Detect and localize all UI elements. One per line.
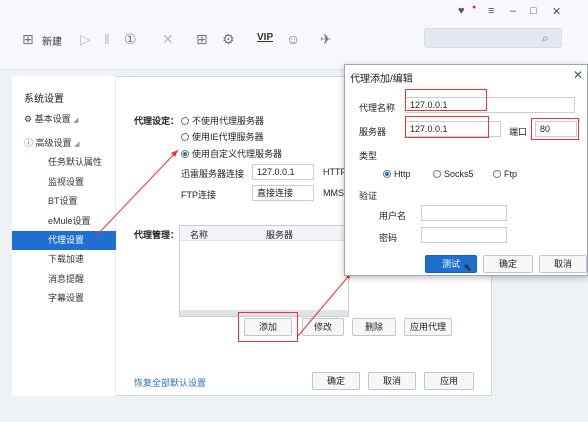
password-input[interactable] [421,227,507,243]
username-label: 用户名 [379,211,407,221]
radio-icon [433,170,441,178]
password-label: 密码 [379,233,398,243]
dialog-title: 代理添加/编辑 [350,74,413,85]
port-label: 端口 [509,127,528,137]
annotation-box-server [405,116,489,138]
proxy-name-label: 代理名称 [359,103,396,113]
dialog-close-icon[interactable]: ✕ [573,68,583,82]
proxy-edit-dialog: 代理添加/编辑 ✕ 代理名称 127.0.0.1 服务器 127.0.0.1 端… [344,64,588,276]
radio-icon [493,170,501,178]
annotation-box-port [531,118,579,140]
radio-selected-icon [383,170,391,178]
arrow-to-custom-proxy [95,149,179,237]
annotation-box-name [405,89,487,111]
radio-http[interactable]: Http [383,169,411,179]
radio-ftp[interactable]: Ftp [493,169,517,179]
type-label: 类型 [359,151,378,161]
dialog-cancel-button[interactable]: 取消 [539,255,587,273]
server-label: 服务器 [359,127,387,137]
auth-label: 验证 [359,191,378,201]
dialog-ok-button[interactable]: 确定 [483,255,533,273]
arrow-to-dialog [297,271,353,337]
cursor-icon: ⬉ [463,262,473,274]
radio-socks5[interactable]: Socks5 [433,169,474,179]
username-input[interactable] [421,205,507,221]
